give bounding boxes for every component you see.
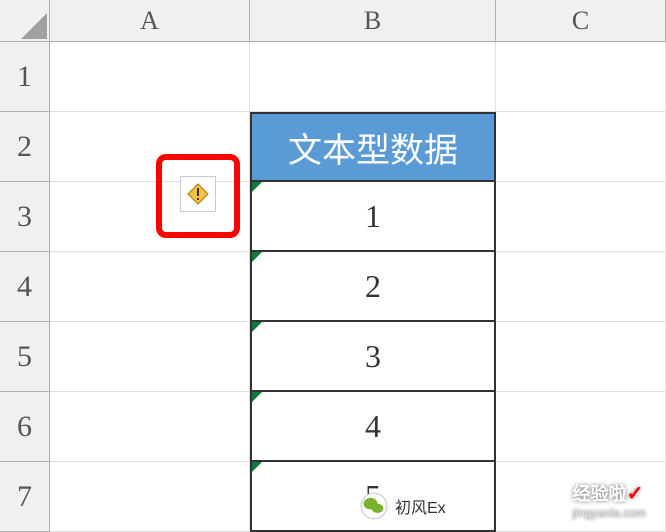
cell-b4[interactable]: 2 xyxy=(250,252,496,322)
cell-b3[interactable]: 1 xyxy=(250,182,496,252)
error-indicator-button[interactable] xyxy=(180,176,216,212)
cell-c1[interactable] xyxy=(496,42,666,112)
cell-c4[interactable] xyxy=(496,252,666,322)
cell-c2[interactable] xyxy=(496,112,666,182)
cell-c6[interactable] xyxy=(496,392,666,462)
row-header-1[interactable]: 1 xyxy=(0,42,50,112)
cell-b5[interactable]: 3 xyxy=(250,322,496,392)
checkmark-icon: ✓ xyxy=(627,483,644,505)
table-header-cell[interactable]: 文本型数据 xyxy=(250,112,496,182)
cell-a6[interactable] xyxy=(50,392,250,462)
cell-a1[interactable] xyxy=(50,42,250,112)
row-header-2[interactable]: 2 xyxy=(0,112,50,182)
warning-icon xyxy=(186,182,210,206)
cell-a4[interactable] xyxy=(50,252,250,322)
column-header-c[interactable]: C xyxy=(496,0,666,42)
select-all-corner[interactable] xyxy=(0,0,50,42)
cell-c3[interactable] xyxy=(496,182,666,252)
watermark: 经验啦✓ jingyanla.com xyxy=(573,480,646,520)
cell-c5[interactable] xyxy=(496,322,666,392)
row-header-5[interactable]: 5 xyxy=(0,322,50,392)
cell-a3[interactable] xyxy=(50,182,250,252)
cell-a7[interactable] xyxy=(50,462,250,532)
cell-b1[interactable] xyxy=(250,42,496,112)
watermark-url: jingyanla.com xyxy=(573,506,646,520)
watermark-site: 经验啦✓ xyxy=(573,480,646,506)
bottom-watermark-text: 初风Ex xyxy=(395,494,446,518)
cell-a5[interactable] xyxy=(50,322,250,392)
row-header-4[interactable]: 4 xyxy=(0,252,50,322)
cell-a2[interactable] xyxy=(50,112,250,182)
wechat-icon xyxy=(360,492,388,520)
row-header-7[interactable]: 7 xyxy=(0,462,50,532)
cell-b6[interactable]: 4 xyxy=(250,392,496,462)
row-header-3[interactable]: 3 xyxy=(0,182,50,252)
row-header-6[interactable]: 6 xyxy=(0,392,50,462)
column-header-b[interactable]: B xyxy=(250,0,496,42)
spreadsheet-grid: A B C 1 2 文本型数据 3 1 4 2 5 3 6 4 7 5 xyxy=(0,0,666,532)
column-header-a[interactable]: A xyxy=(50,0,250,42)
